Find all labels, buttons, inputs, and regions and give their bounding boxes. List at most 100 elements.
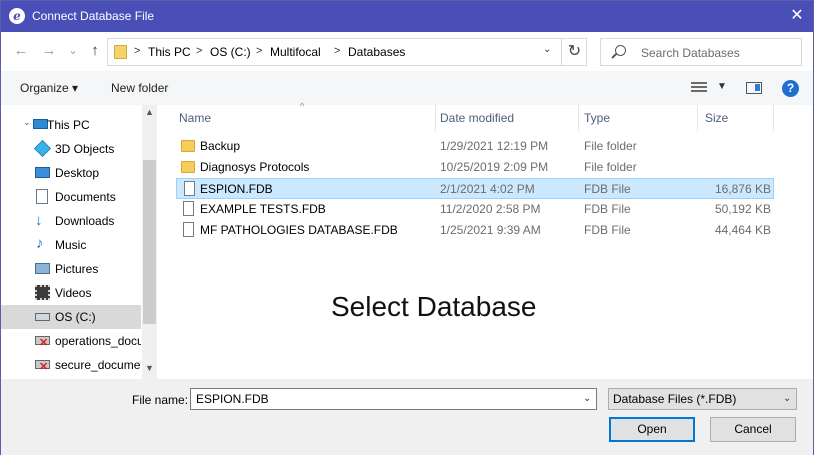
sidebar-item-label: OS (C:) <box>55 310 96 324</box>
up-arrow-icon[interactable]: ↑ <box>85 41 105 61</box>
sidebar-item-label: operations_docu <box>55 334 141 348</box>
search-icon <box>615 45 626 56</box>
download-icon: ↓ <box>35 212 43 229</box>
column-header-type[interactable]: Type <box>584 111 610 125</box>
navigation-bar: ← → ⌄ ↑ > This PC > OS (C:) > Multifocal… <box>1 32 813 71</box>
sidebar-item-label: 3D Objects <box>55 142 115 156</box>
file-date: 1/29/2021 12:19 PM <box>440 139 549 153</box>
file-date: 11/2/2020 2:58 PM <box>440 202 541 216</box>
connect-database-dialog: e Connect Database File ✕ ← → ⌄ ↑ > This… <box>0 0 814 455</box>
column-divider[interactable] <box>697 105 698 131</box>
title-bar: e Connect Database File ✕ <box>1 1 813 32</box>
file-name-value[interactable]: ESPION.FDB <box>196 392 269 406</box>
music-icon: ♪ <box>36 235 44 252</box>
folder-icon <box>114 45 127 59</box>
address-bar[interactable]: > This PC > OS (C:) > Multifocal > Datab… <box>107 38 587 66</box>
file-size: 50,192 KB <box>714 202 771 216</box>
scroll-down-icon[interactable]: ▼ <box>145 363 154 373</box>
sidebar-item-desktop[interactable]: Desktop <box>1 161 141 185</box>
column-divider[interactable] <box>435 105 436 131</box>
address-dropdown-icon[interactable]: ⌄ <box>543 44 551 55</box>
back-arrow-icon[interactable]: ← <box>11 41 31 61</box>
file-type: File folder <box>584 139 637 153</box>
column-header-name[interactable]: Name <box>179 111 211 125</box>
file-type-value[interactable]: Database Files (*.FDB) <box>613 392 736 406</box>
sidebar-item-operations-docu[interactable]: ✕ operations_docu <box>1 329 141 353</box>
breadcrumb-databases[interactable]: Databases <box>348 45 405 59</box>
file-name: EXAMPLE TESTS.FDB <box>200 202 326 216</box>
sidebar-item-label: Documents <box>55 190 116 204</box>
file-type-dropdown-icon[interactable]: ⌄ <box>783 393 791 404</box>
drive-icon <box>35 313 50 321</box>
close-icon[interactable]: ✕ <box>784 4 810 28</box>
preview-pane-icon[interactable] <box>746 82 762 94</box>
search-box[interactable]: Search Databases <box>600 38 802 66</box>
file-row-example-tests-fdb[interactable]: EXAMPLE TESTS.FDB 11/2/2020 2:58 PM FDB … <box>176 199 774 220</box>
file-name-input[interactable]: ESPION.FDB ⌄ <box>190 388 597 410</box>
folder-icon <box>181 140 195 152</box>
search-placeholder[interactable]: Search Databases <box>641 46 740 60</box>
navigation-pane: ⌄ This PC 3D Objects Desktop Documents ↓… <box>1 105 157 379</box>
file-size: 16,876 KB <box>714 182 771 196</box>
file-name: Diagnosys Protocols <box>200 160 310 174</box>
organize-button[interactable]: Organize ▾ <box>20 81 78 95</box>
column-divider[interactable] <box>578 105 579 131</box>
file-size: 44,464 KB <box>714 223 771 237</box>
document-icon <box>36 189 48 204</box>
cube-icon <box>34 140 51 157</box>
breadcrumb-separator: > <box>196 45 203 57</box>
sidebar-item-music[interactable]: ♪ Music <box>1 233 141 257</box>
breadcrumb-separator: > <box>256 45 263 57</box>
sidebar-scrollbar[interactable]: ▲ ▼ <box>142 105 157 379</box>
breadcrumb-os-c[interactable]: OS (C:) <box>210 45 251 59</box>
sidebar-item-this-pc[interactable]: ⌄ This PC <box>1 113 141 137</box>
forward-arrow-icon[interactable]: → <box>39 41 59 61</box>
file-name-label: File name: <box>132 393 189 407</box>
view-options-icon[interactable] <box>691 81 707 94</box>
column-header-size[interactable]: Size <box>705 111 728 125</box>
command-toolbar: Organize ▾ New folder ▼ ? <box>1 71 813 105</box>
breadcrumb-separator: > <box>334 45 341 57</box>
file-row-backup[interactable]: Backup 1/29/2021 12:19 PM File folder <box>176 136 774 157</box>
scroll-up-icon[interactable]: ▲ <box>145 107 154 117</box>
file-list: ^ Name Date modified Type Size Backup 1/… <box>161 101 813 379</box>
file-row-mf-pathologies-database-fdb[interactable]: MF PATHOLOGIES DATABASE.FDB 1/25/2021 9:… <box>176 220 774 241</box>
scrollbar-thumb[interactable] <box>143 160 156 324</box>
file-row-espion-fdb[interactable]: ESPION.FDB 2/1/2021 4:02 PM FDB File 16,… <box>176 178 774 199</box>
file-icon <box>183 201 194 216</box>
column-divider[interactable] <box>773 105 774 131</box>
file-date: 1/25/2021 9:39 AM <box>440 223 541 237</box>
new-folder-button[interactable]: New folder <box>111 81 168 95</box>
column-header-date[interactable]: Date modified <box>440 111 514 125</box>
sidebar-item-pictures[interactable]: Pictures <box>1 257 141 281</box>
sidebar-item-os-c[interactable]: OS (C:) <box>1 305 141 329</box>
picture-icon <box>35 263 50 274</box>
recent-locations-icon[interactable]: ⌄ <box>63 41 83 61</box>
sidebar-item-videos[interactable]: Videos <box>1 281 141 305</box>
help-icon[interactable]: ? <box>782 80 799 97</box>
sidebar-item-label: Videos <box>55 286 92 300</box>
sidebar-item-label: Music <box>55 238 87 252</box>
computer-icon <box>33 119 48 129</box>
sidebar-item-documents[interactable]: Documents <box>1 185 141 209</box>
sidebar-item-secure-documen[interactable]: ✕ secure_documen <box>1 353 141 377</box>
sidebar-item-downloads[interactable]: ↓ Downloads <box>1 209 141 233</box>
sidebar-item-3d-objects[interactable]: 3D Objects <box>1 137 141 161</box>
view-dropdown-icon[interactable]: ▼ <box>717 81 727 92</box>
desktop-icon <box>35 167 50 178</box>
app-icon: e <box>9 8 25 24</box>
file-row-diagnosys-protocols[interactable]: Diagnosys Protocols 10/25/2019 2:09 PM F… <box>176 157 774 178</box>
file-type-select[interactable]: Database Files (*.FDB) ⌄ <box>608 388 797 410</box>
expand-chevron-icon[interactable]: ⌄ <box>23 117 31 128</box>
breadcrumb-this-pc[interactable]: This PC <box>148 45 191 59</box>
breadcrumb-separator: > <box>134 45 141 57</box>
breadcrumb-multifocal[interactable]: Multifocal <box>270 45 321 59</box>
file-icon <box>184 181 195 196</box>
sidebar-item-label: This PC <box>47 118 90 132</box>
video-icon <box>35 285 50 300</box>
open-button[interactable]: Open <box>609 417 695 442</box>
refresh-icon[interactable]: ↻ <box>561 39 587 65</box>
cancel-button[interactable]: Cancel <box>710 417 796 442</box>
select-database-overlay: Select Database <box>331 291 537 322</box>
file-name-dropdown-icon[interactable]: ⌄ <box>583 393 591 404</box>
